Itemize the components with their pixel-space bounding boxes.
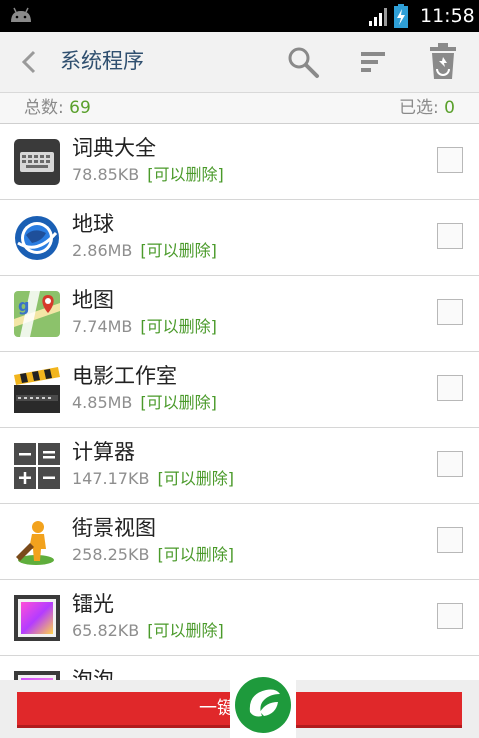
removable-tag: [可以删除] (147, 621, 224, 640)
total-count: 总数: 69 (24, 93, 91, 123)
clapperboard-icon (14, 367, 60, 413)
app-info: 258.25KB [可以删除] (72, 544, 234, 566)
app-size: 78.85KB (72, 165, 140, 184)
selected-count: 已选: 0 (399, 93, 455, 123)
app-size: 2.86MB (72, 241, 133, 260)
android-icon (11, 7, 31, 22)
list-item[interactable]: g 地图 7.74MB [可以删除] (0, 276, 479, 352)
sort-icon[interactable] (357, 46, 389, 78)
app-size: 4.85MB (72, 393, 133, 412)
app-name: 镭光 (72, 592, 114, 616)
action-bar: 系统程序 (0, 32, 479, 93)
app-info: 147.17KB [可以删除] (72, 468, 234, 490)
select-checkbox[interactable] (437, 527, 463, 553)
select-checkbox[interactable] (437, 223, 463, 249)
removable-tag: [可以删除] (157, 545, 234, 564)
app-name: 电影工作室 (72, 364, 177, 388)
leaf-logo-icon (230, 672, 296, 738)
removable-tag: [可以删除] (140, 393, 217, 412)
app-info: 78.85KB [可以删除] (72, 164, 224, 186)
selected-label: 已选: (399, 98, 439, 118)
removable-tag: [可以删除] (140, 317, 217, 336)
street-view-icon (16, 521, 54, 565)
google-earth-icon (15, 216, 59, 260)
summary-bar: 总数: 69 已选: 0 (0, 93, 479, 124)
gallery-icon (14, 595, 60, 641)
total-value: 69 (69, 98, 91, 118)
keyboard-icon (14, 139, 60, 185)
status-bar: 11:58 (0, 0, 479, 32)
select-checkbox[interactable] (437, 375, 463, 401)
page-title: 系统程序 (60, 49, 144, 73)
select-checkbox[interactable] (437, 451, 463, 477)
app-size: 7.74MB (72, 317, 133, 336)
select-checkbox[interactable] (437, 603, 463, 629)
app-size: 147.17KB (72, 469, 150, 488)
app-name: 地球 (72, 212, 114, 236)
app-info: 2.86MB [可以删除] (72, 240, 217, 262)
app-list: 词典大全 78.85KB [可以删除] 地球 2.86MB [可以删除] g 地图 … (0, 124, 479, 732)
app-info: 7.74MB [可以删除] (72, 316, 217, 338)
list-item[interactable]: 镭光 65.82KB [可以删除] (0, 580, 479, 656)
signal-icon (369, 8, 387, 26)
app-name: 街景视图 (72, 516, 156, 540)
battery-charging-icon (394, 4, 408, 28)
list-item[interactable]: 街景视图 258.25KB [可以删除] (0, 504, 479, 580)
maps-icon: g (14, 291, 60, 337)
calculator-icon (14, 443, 60, 489)
back-icon[interactable] (14, 48, 44, 76)
list-item[interactable]: 计算器 147.17KB [可以删除] (0, 428, 479, 504)
app-name: 地图 (72, 288, 114, 312)
svg-text:g: g (18, 296, 29, 315)
clock: 11:58 (420, 5, 475, 27)
search-icon[interactable] (286, 45, 320, 79)
recycle-bin-icon[interactable] (428, 42, 458, 80)
list-item[interactable]: 词典大全 78.85KB [可以删除] (0, 124, 479, 200)
app-name: 计算器 (72, 440, 135, 464)
app-info: 4.85MB [可以删除] (72, 392, 217, 414)
list-item[interactable]: 电影工作室 4.85MB [可以删除] (0, 352, 479, 428)
removable-tag: [可以删除] (157, 469, 234, 488)
app-size: 258.25KB (72, 545, 150, 564)
app-name: 词典大全 (72, 136, 156, 160)
removable-tag: [可以删除] (147, 165, 224, 184)
removable-tag: [可以删除] (140, 241, 217, 260)
select-checkbox[interactable] (437, 299, 463, 325)
total-label: 总数: (24, 98, 64, 118)
select-checkbox[interactable] (437, 147, 463, 173)
app-size: 65.82KB (72, 621, 140, 640)
app-info: 65.82KB [可以删除] (72, 620, 224, 642)
selected-value: 0 (444, 98, 455, 118)
list-item[interactable]: 地球 2.86MB [可以删除] (0, 200, 479, 276)
